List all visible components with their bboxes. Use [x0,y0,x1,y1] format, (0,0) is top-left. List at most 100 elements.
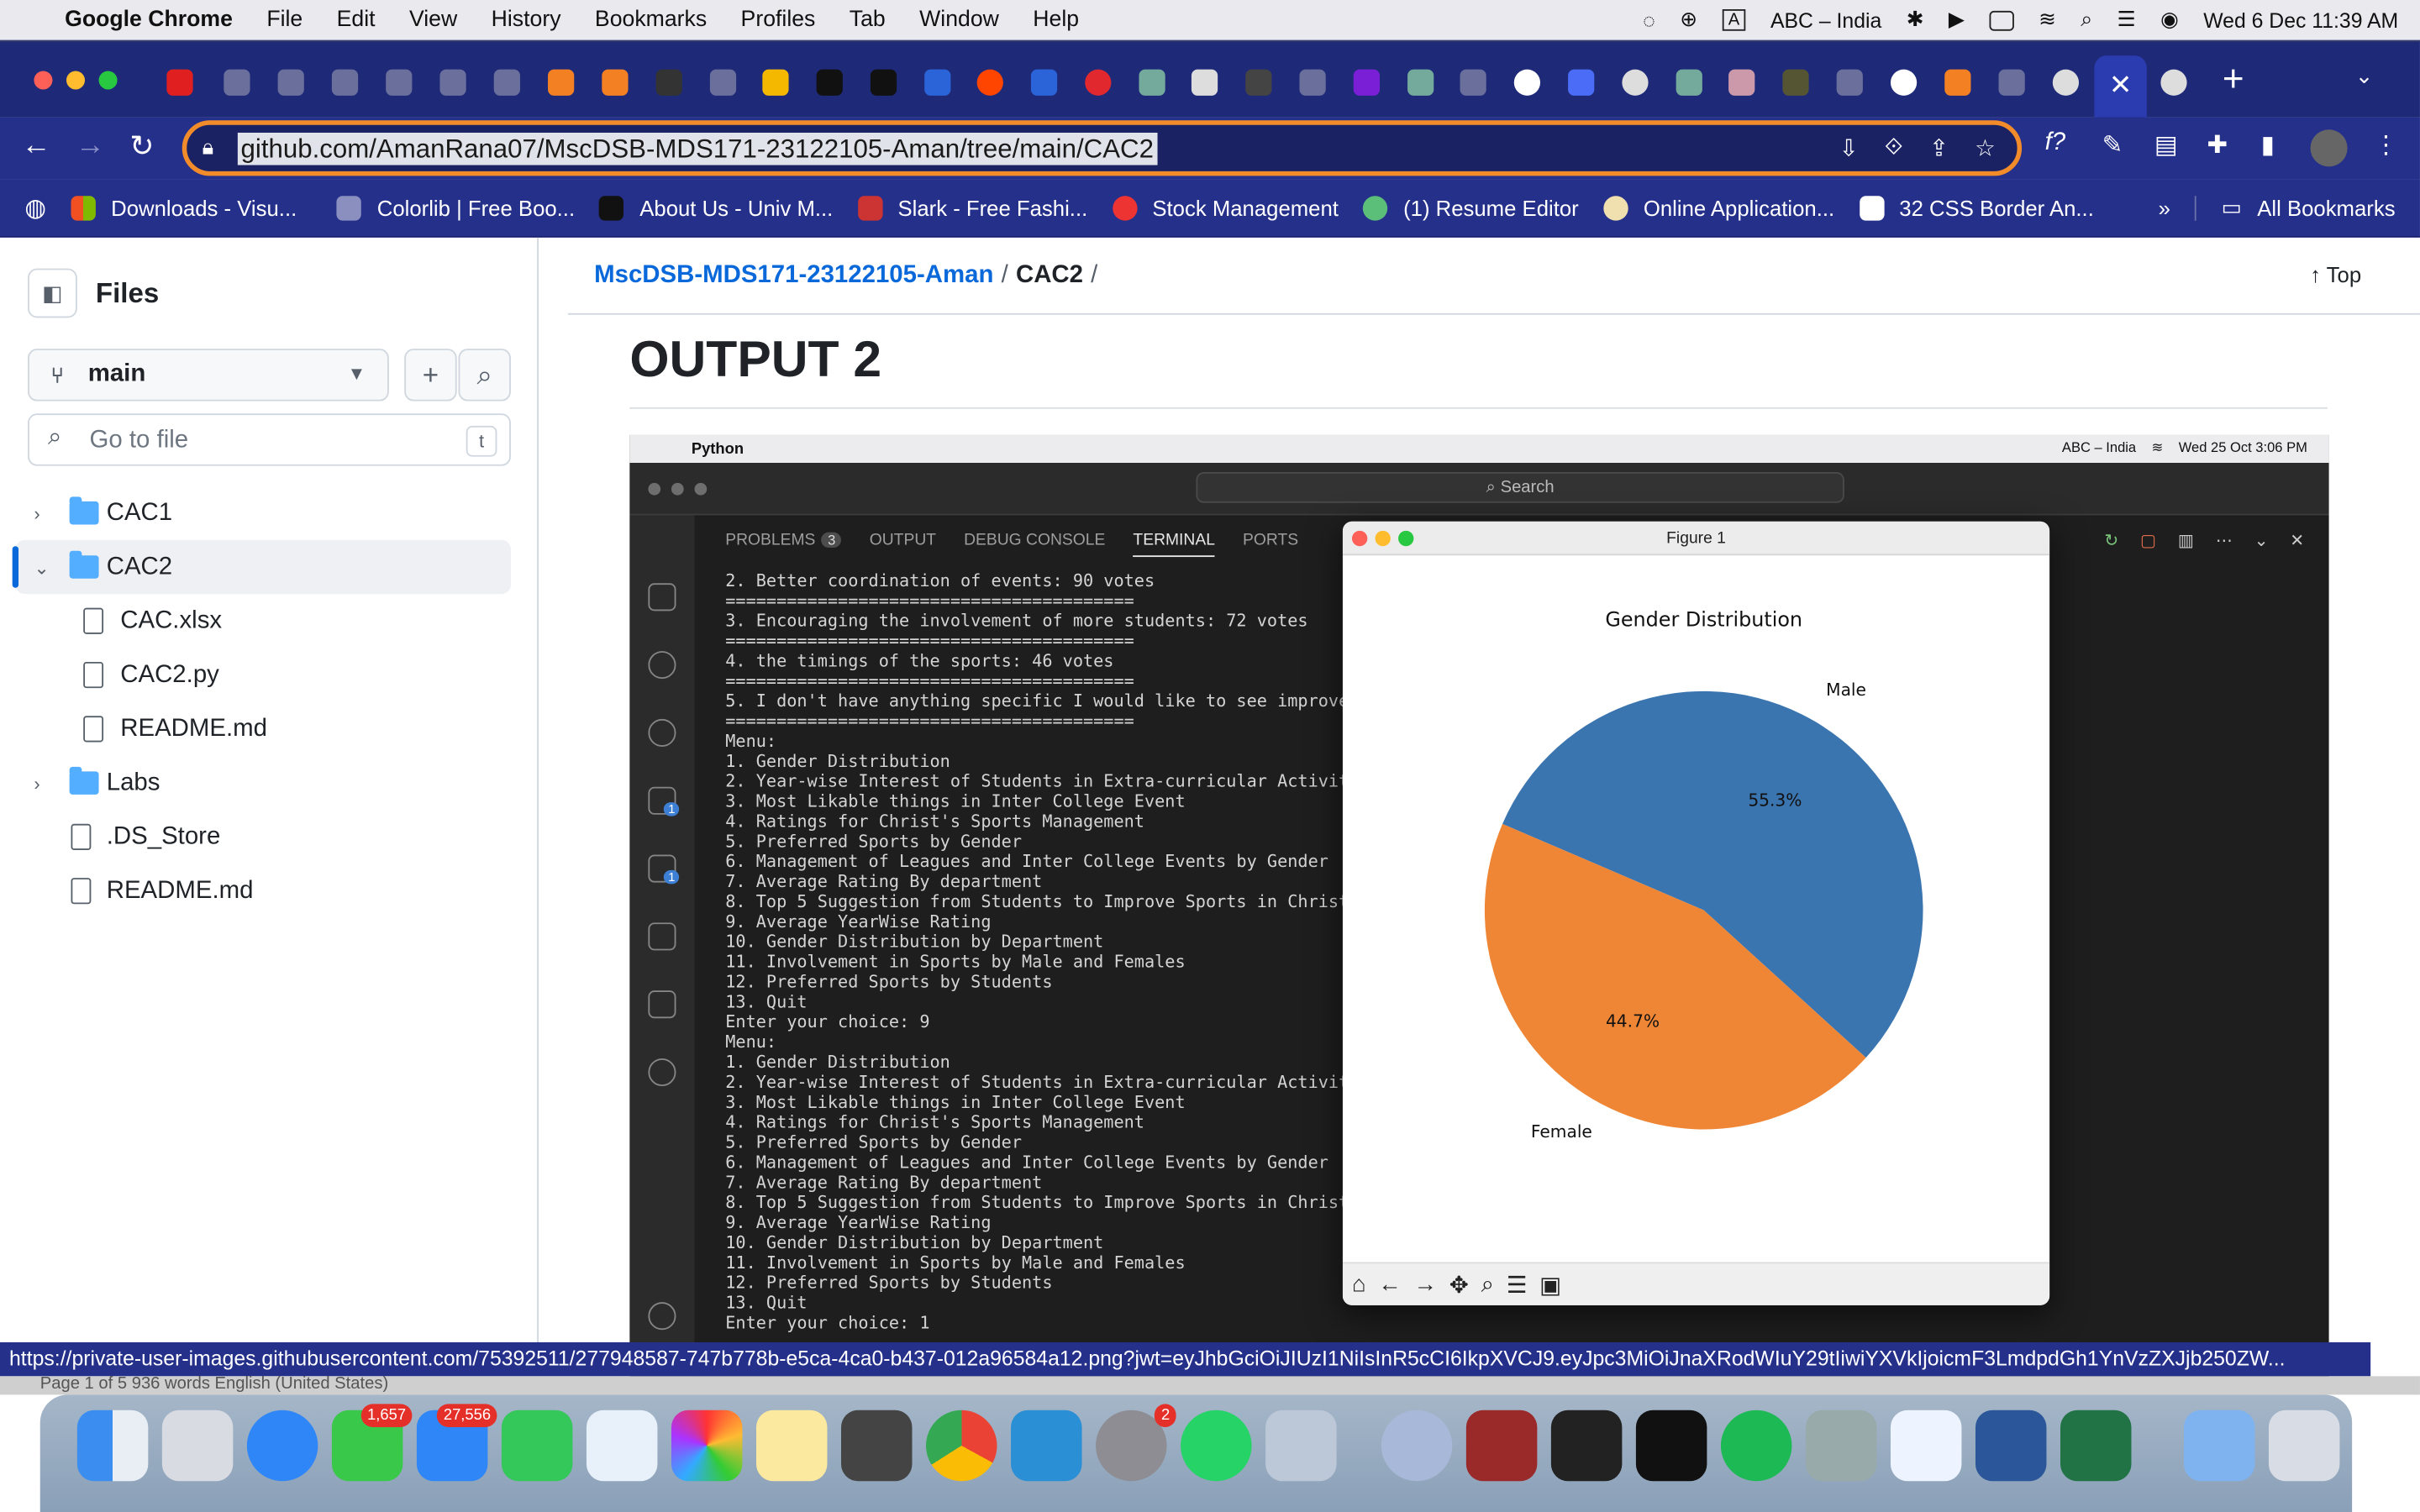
menu-edit[interactable]: Edit [337,8,376,32]
tree-item-cac1[interactable]: › CAC1 [0,486,539,540]
menu-history[interactable]: History [492,8,561,32]
system-settings-icon[interactable]: 2 [1096,1404,1176,1482]
bookmark-star-icon[interactable]: ☆ [1975,134,1996,162]
menu-profiles[interactable]: Profiles [741,8,816,32]
dictionary-icon[interactable] [1465,1410,1538,1482]
bluetooth-icon[interactable]: ✱ [1907,8,1924,32]
bookmark-online-application[interactable]: Online Application... [1603,195,1834,220]
extension-fx-icon[interactable]: f? [2045,129,2066,157]
tab-globe-icon[interactable] [1299,69,1326,96]
tab-hand-icon[interactable] [762,69,789,96]
share-icon[interactable]: ⇪ [1929,134,1949,162]
bookmark-css-border[interactable]: 32 CSS Border An... [1859,195,2094,220]
bookmark-stock-management[interactable]: Stock Management [1112,195,1339,220]
tab-k-icon[interactable] [1030,69,1058,96]
menu-window[interactable]: Window [919,8,999,32]
tab-bootstrap-icon[interactable] [1353,69,1381,96]
side-panel-icon[interactable]: ▮ [2261,129,2275,160]
tab-globe-icon[interactable] [1836,69,1863,96]
word-icon[interactable] [1975,1410,2047,1482]
translate-icon[interactable]: ⟐ [1885,134,1903,162]
tab-image-icon[interactable] [1728,69,1755,96]
extension-eyedropper-icon[interactable]: ✎ [2102,129,2123,160]
back-to-top-button[interactable]: ↑ Top [2310,262,2361,286]
tab-stackoverflow-icon[interactable] [602,69,629,96]
notes-icon[interactable] [755,1410,828,1482]
reload-icon[interactable]: ↻ [129,129,154,165]
tab-flag-icon[interactable] [1568,69,1595,96]
tree-item-readme[interactable]: README.md [0,864,539,918]
downloads-folder-icon[interactable] [2183,1410,2255,1482]
output-screenshot-image[interactable]: Python ABC – India ≋ Wed 25 Oct 3:06 PM … [629,434,2329,1380]
tab-globe-icon[interactable] [331,69,359,96]
media-icon[interactable]: ▶ [1949,8,1965,32]
vscode-icon[interactable] [1011,1410,1082,1482]
tab-google-icon[interactable] [1890,69,1918,96]
menu-view[interactable]: View [409,8,457,32]
tab-reddit-icon[interactable] [976,69,1003,96]
docs-icon[interactable] [1890,1410,1962,1482]
maps-icon[interactable] [586,1410,658,1482]
menu-tab[interactable]: Tab [850,8,886,32]
tab-search-chevron-icon[interactable]: ⌄ [2355,63,2374,89]
tree-item-cac2[interactable]: ⌄ CAC2 [12,539,511,595]
extensions-puzzle-icon[interactable]: ✚ [2207,129,2228,160]
tab-chrome-icon[interactable] [2160,69,2187,96]
finder-icon[interactable] [76,1410,149,1482]
active-tab-close-icon[interactable]: ✕ [2094,55,2147,119]
menu-app-name[interactable]: Google Chrome [65,8,233,32]
back-arrow-icon[interactable]: ← [22,129,51,163]
siri-icon[interactable]: ◉ [2160,8,2179,32]
tab-code-icon[interactable] [1245,69,1272,96]
spotify-icon[interactable] [1720,1410,1792,1482]
search-button[interactable]: ⌕ [458,349,511,402]
tab-figure-icon[interactable] [816,69,843,96]
whatsapp-icon[interactable] [1181,1410,1252,1482]
menu-help[interactable]: Help [1033,8,1079,32]
tab-globe-icon[interactable] [1998,69,2025,96]
focus-icon[interactable]: ◌ [1643,8,1655,32]
add-file-button[interactable]: + [404,349,457,402]
tab-globe-icon[interactable] [709,69,737,96]
input-source-label[interactable]: ABC – India [1770,8,1881,32]
launchpad-icon[interactable] [161,1410,234,1482]
chevron-right-icon[interactable]: › [34,772,39,794]
calculator-icon[interactable] [841,1410,913,1482]
facetime-icon[interactable] [501,1410,573,1482]
accessibility-icon[interactable]: ⊕ [1680,8,1697,32]
bookmark-about-us[interactable]: About Us - Univ M... [599,195,833,220]
tab-chatgpt-icon[interactable] [1407,69,1434,96]
r-icon[interactable] [1381,1410,1453,1482]
tab-youtube-icon[interactable] [166,69,193,96]
tab-globe-icon[interactable] [1460,69,1486,96]
control-center-icon[interactable]: ☰ [2118,8,2136,32]
all-bookmarks-button[interactable]: All Bookmarks [2257,195,2395,219]
bookmark-slark[interactable]: Slark - Free Fashi... [857,195,1087,220]
forward-arrow-icon[interactable]: → [76,129,105,163]
extension-calendar-icon[interactable]: ▤ [2154,129,2178,160]
excel-icon[interactable] [2060,1410,2132,1482]
wifi-icon[interactable]: ≋ [2039,8,2056,32]
tab-figure-icon[interactable] [870,69,897,96]
tree-item-labs[interactable]: › Labs [0,756,539,810]
tab-globe-icon[interactable] [386,69,413,96]
tab-n-icon[interactable] [1782,69,1809,96]
photos-icon[interactable] [671,1410,743,1482]
bookmarks-overflow-button[interactable]: » [2159,195,2170,219]
input-source-icon[interactable]: A [1722,9,1746,31]
tree-item-ds-store[interactable]: .DS_Store [0,810,539,864]
tab-globe-icon[interactable] [277,69,304,96]
tab-globe-icon[interactable] [439,69,466,96]
tree-item-cac2-py[interactable]: CAC2.py [0,648,539,701]
tree-item-cac-xlsx[interactable]: CAC.xlsx [0,594,539,648]
tab-chrome-icon[interactable] [2052,69,2080,96]
chevron-right-icon[interactable]: › [34,502,39,524]
tab-chrome-icon[interactable] [1622,69,1649,96]
mail-icon[interactable]: 27,556 [416,1404,497,1482]
profile-avatar[interactable] [2310,129,2348,167]
tab-github-icon[interactable] [655,69,682,96]
terminal-icon[interactable] [1635,1410,1707,1482]
database-icon[interactable] [1805,1410,1877,1482]
new-tab-button[interactable]: + [2223,59,2244,102]
menu-file[interactable]: File [266,8,302,32]
